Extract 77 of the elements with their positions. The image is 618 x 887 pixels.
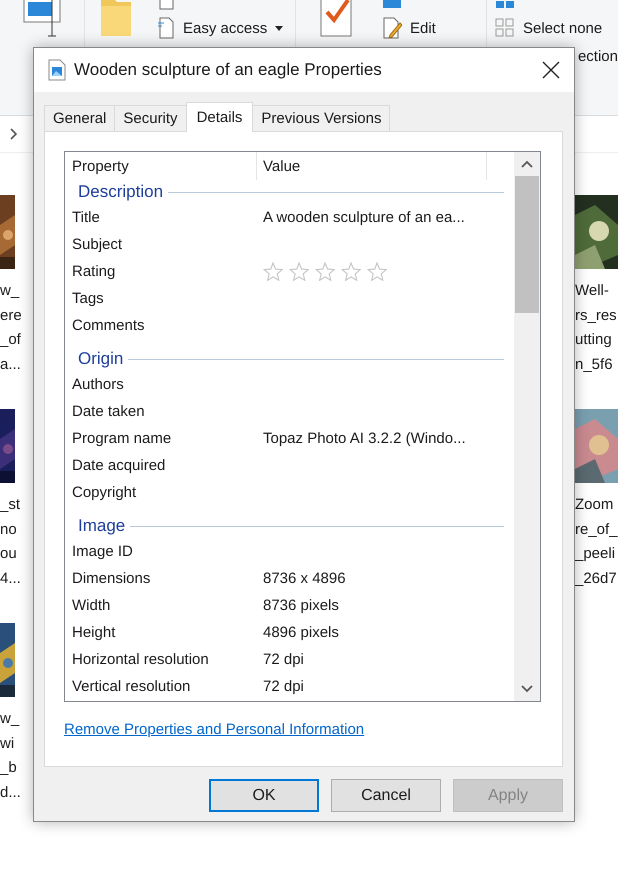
select-none-label[interactable]: Select none — [523, 20, 602, 36]
column-header[interactable]: Value — [257, 152, 487, 180]
remove-properties-link[interactable]: Remove Properties and Personal Information — [64, 721, 541, 738]
window-title: Wooden sculpture of an eagle Properties — [74, 60, 383, 80]
star-icon[interactable] — [289, 262, 309, 281]
file-name[interactable]: _of — [0, 328, 30, 352]
caret-icon[interactable] — [275, 26, 284, 30]
star-icon[interactable] — [341, 262, 361, 281]
file-name[interactable]: utting — [575, 328, 618, 352]
property-value[interactable]: 72 dpi — [263, 651, 304, 668]
grid-icon[interactable] — [495, 18, 515, 38]
file-name[interactable]: w_ — [0, 707, 30, 732]
property-value[interactable]: 4896 pixels — [263, 624, 339, 641]
property-name: Height — [71, 624, 116, 641]
easy-access-label[interactable]: Easy access — [183, 20, 268, 36]
file-name[interactable]: w_ — [0, 279, 30, 304]
property-name: Dimensions — [71, 570, 152, 587]
property-value[interactable]: 8736 pixels — [263, 597, 339, 614]
property-name: Title — [71, 209, 101, 226]
file-name[interactable]: a... — [0, 352, 30, 377]
property-name: Image ID — [71, 543, 134, 560]
close-icon[interactable] — [542, 61, 560, 79]
invert-selection-label[interactable]: ection — [578, 48, 618, 64]
property-name: Comments — [71, 317, 146, 334]
file-name[interactable]: no — [0, 518, 30, 542]
pencil-icon[interactable] — [382, 17, 402, 39]
file-name[interactable]: re_of_ — [575, 518, 618, 542]
group-heading[interactable]: Description — [78, 182, 164, 202]
file-name[interactable]: n_5f6 — [575, 352, 618, 377]
property-name: Date acquired — [71, 457, 166, 474]
image-file-icon — [48, 59, 66, 81]
property-value[interactable]: Topaz Photo AI 3.2.2 (Windo... — [263, 430, 466, 447]
property-name: Vertical resolution — [71, 678, 192, 695]
group-heading[interactable]: Image — [78, 516, 126, 536]
file-name[interactable]: d... — [0, 780, 30, 805]
group-heading[interactable]: Origin — [78, 349, 124, 369]
scroll-down-icon[interactable] — [521, 685, 533, 693]
property-name: Program name — [71, 430, 172, 447]
property-name: Copyright — [71, 484, 138, 501]
property-name: Width — [71, 597, 112, 614]
checkmark-icon[interactable] — [319, 0, 353, 38]
edit-label[interactable]: Edit — [410, 20, 436, 36]
file-name[interactable]: rs_res — [575, 304, 618, 328]
star-icon[interactable] — [315, 262, 335, 281]
tab[interactable]: Details — [186, 102, 254, 132]
property-name: Tags — [71, 290, 105, 307]
property-name: Rating — [71, 263, 116, 280]
column-header[interactable]: Property — [65, 152, 257, 180]
property-value[interactable]: 8736 x 4896 — [263, 570, 346, 587]
document-icon[interactable] — [157, 17, 175, 39]
dialog-button[interactable]: Cancel — [331, 779, 441, 812]
file-name[interactable]: _peeli — [575, 542, 618, 566]
file-name[interactable]: 4... — [0, 566, 30, 591]
file-name[interactable]: Well- — [575, 279, 618, 304]
file-name[interactable]: Zoom — [575, 493, 618, 518]
chevron-icon[interactable] — [10, 128, 18, 140]
file-name[interactable]: _26d7 — [575, 566, 618, 591]
tab[interactable]: Previous Versions — [252, 105, 390, 131]
star-icon[interactable] — [367, 262, 387, 281]
property-value[interactable]: 72 dpi — [263, 678, 304, 695]
file-name[interactable]: ou — [0, 542, 30, 566]
scrollbar[interactable] — [514, 152, 540, 701]
property-name: Date taken — [71, 403, 146, 420]
property-name: Subject — [71, 236, 124, 253]
file-name[interactable]: ere — [0, 304, 30, 328]
dialog-button[interactable]: OK — [209, 779, 319, 812]
star-icon[interactable] — [263, 262, 283, 281]
scrollbar-thumb[interactable] — [515, 176, 539, 313]
file-name[interactable]: _st — [0, 493, 30, 518]
property-name: Authors — [71, 376, 125, 393]
file-name[interactable]: _b — [0, 756, 30, 780]
scroll-up-icon[interactable] — [521, 160, 533, 168]
property-name: Horizontal resolution — [71, 651, 210, 668]
rename-icon[interactable] — [22, 0, 62, 38]
file-name[interactable]: wi — [0, 732, 30, 756]
tab[interactable]: General — [44, 105, 116, 131]
property-value[interactable]: A wooden sculpture of an ea... — [263, 209, 465, 226]
